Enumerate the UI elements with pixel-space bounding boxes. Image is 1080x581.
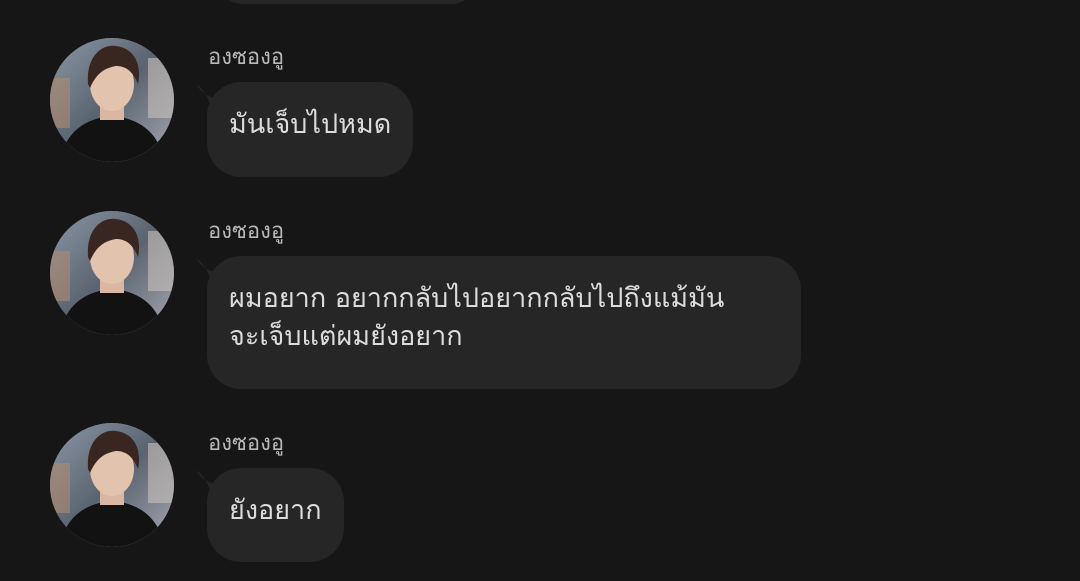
chat-view: องซองอู มันเจ็บไปหมด องซองอู ผมอยาก อยาก… (0, 0, 1080, 581)
sender-name: องซองอู (208, 431, 285, 456)
sender-name: องซองอู (208, 219, 285, 244)
person-photo-icon (50, 38, 174, 162)
avatar[interactable] (50, 38, 174, 162)
message-bubble[interactable]: ยังอยาก (207, 468, 344, 562)
avatar[interactable] (50, 423, 174, 547)
message-bubble[interactable]: มันเจ็บไปหมด (207, 82, 414, 177)
person-photo-icon (50, 423, 174, 547)
avatar[interactable] (50, 211, 174, 335)
sender-name: องซองอู (208, 45, 285, 70)
previous-message-bubble[interactable] (218, 0, 476, 4)
message-bubble[interactable]: ผมอยาก อยากกลับไปอยากกลับไปถึงแม้มัน จะเ… (207, 256, 801, 389)
person-photo-icon (50, 211, 174, 335)
